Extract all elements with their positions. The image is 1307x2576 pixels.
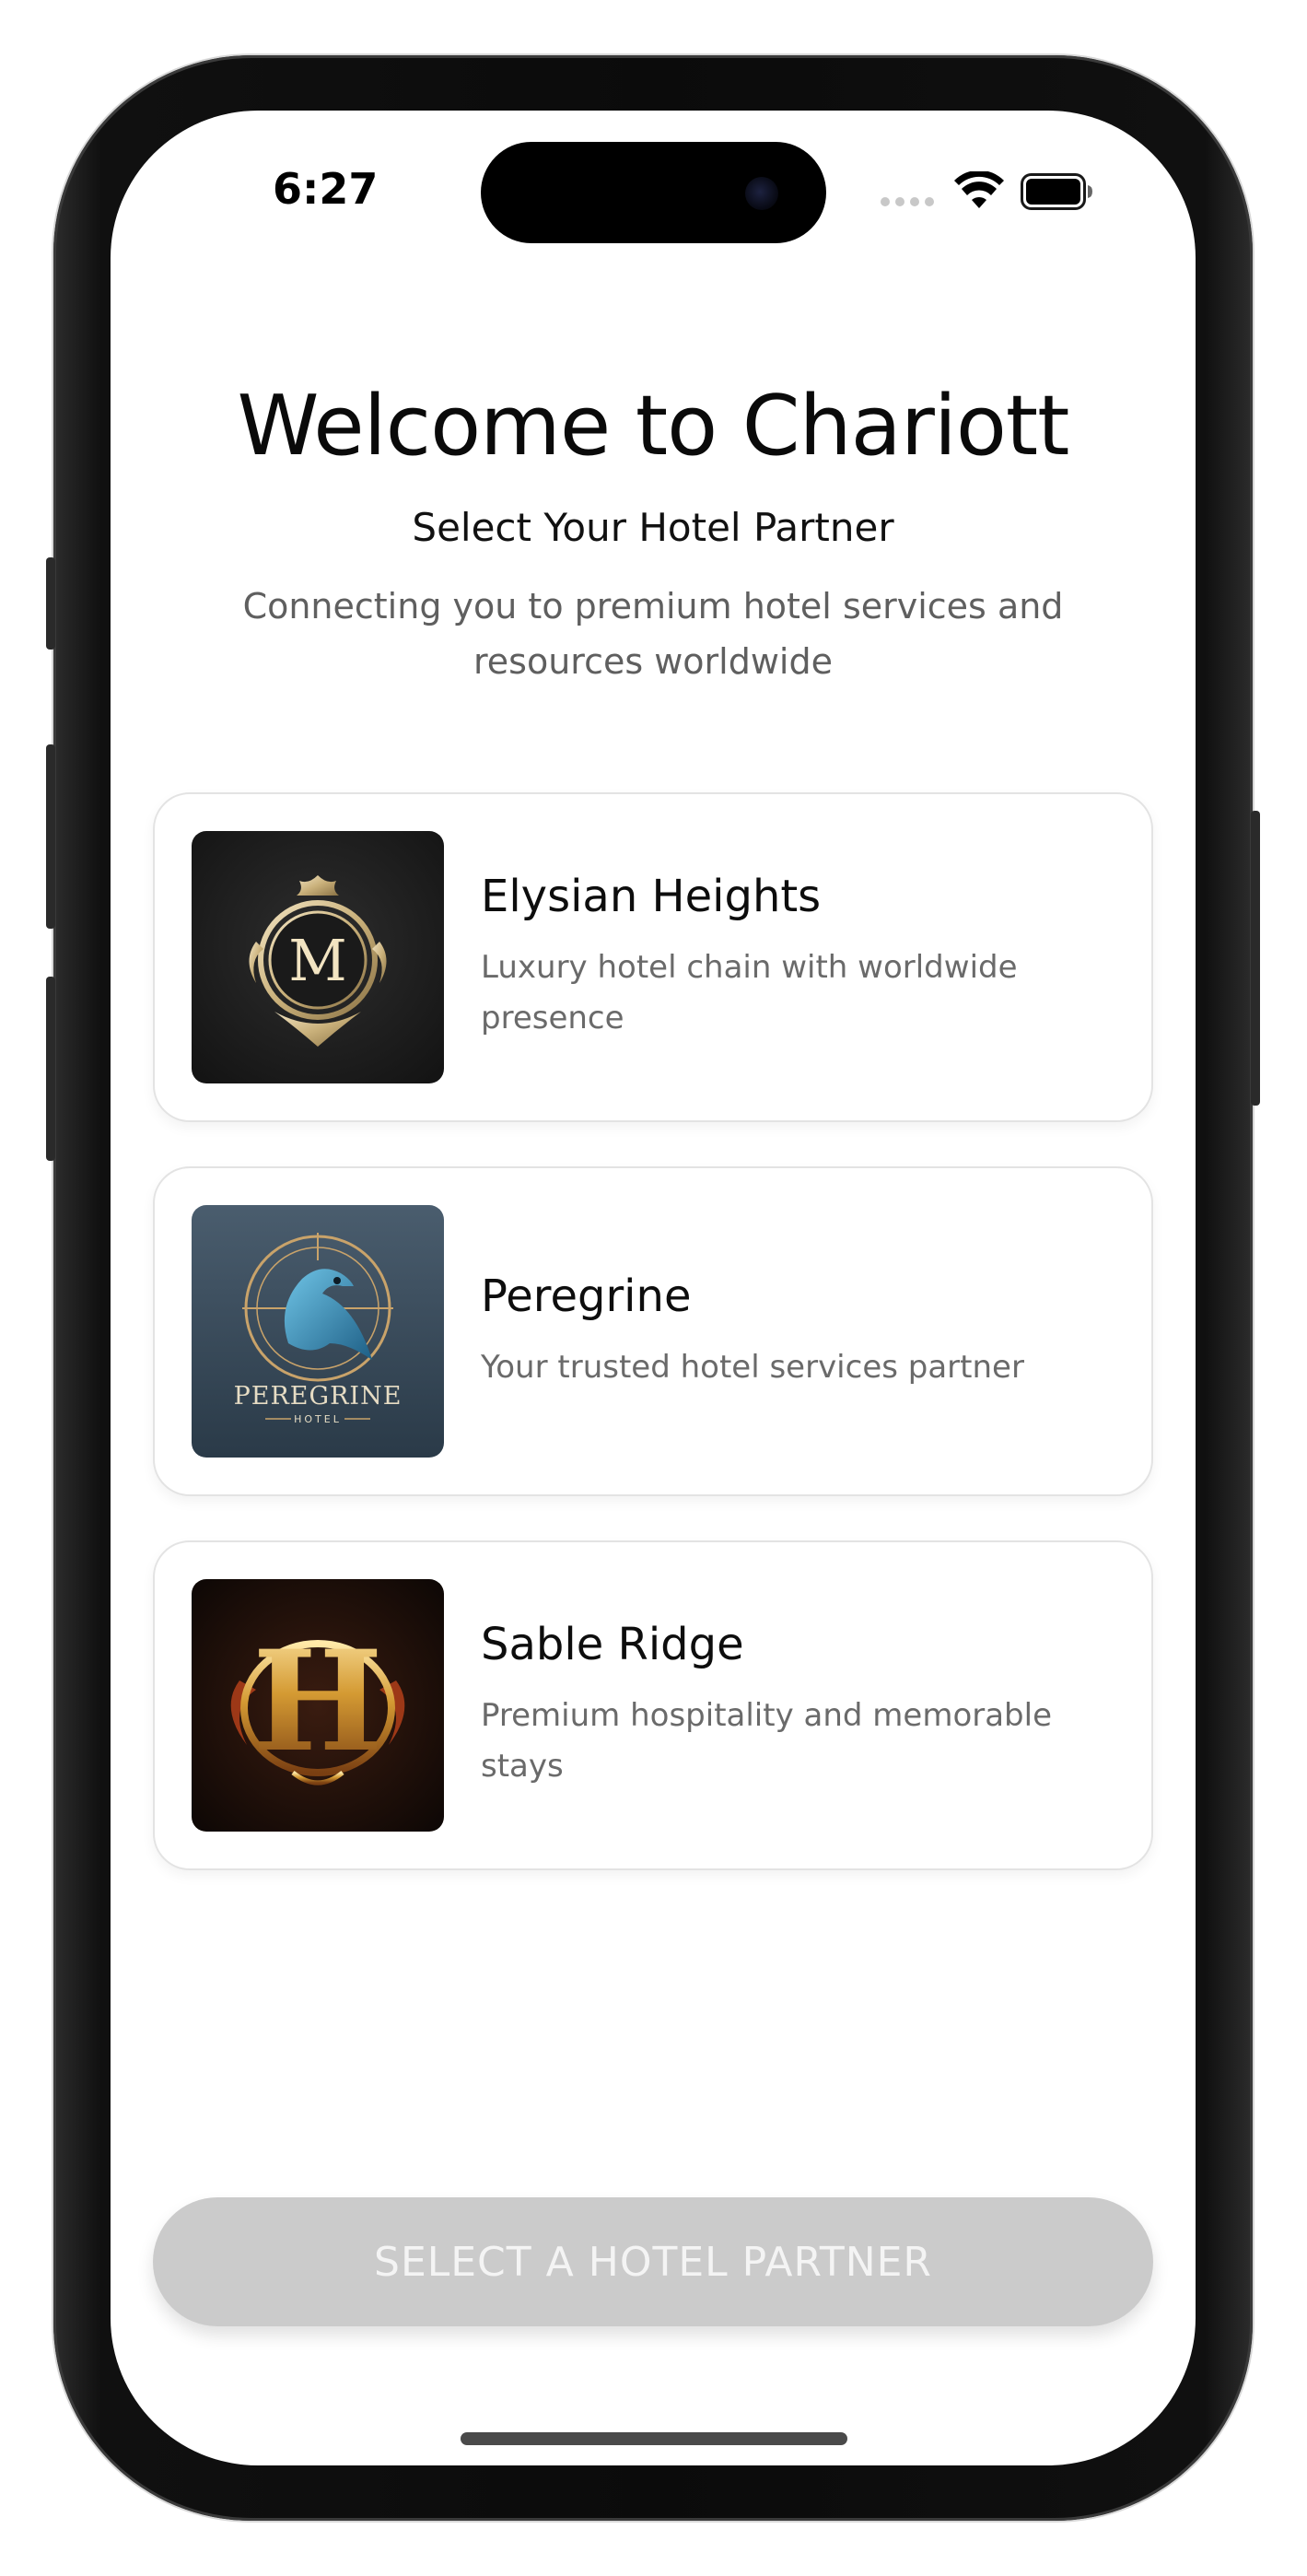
svg-text:M: M xyxy=(288,927,346,994)
falcon-emblem-icon: PEREGRINE HOTEL xyxy=(192,1205,444,1458)
partner-name: Peregrine xyxy=(481,1270,692,1322)
status-time: 6:27 xyxy=(273,164,379,214)
dynamic-island xyxy=(481,142,826,243)
app-screen: 6:27 Welcome to Chariott Select Your Hot… xyxy=(111,111,1196,2465)
partner-card-sable-ridge[interactable]: H Sable Ridge Premium hospitality and me… xyxy=(153,1540,1153,1870)
page-subtitle: Select Your Hotel Partner xyxy=(412,505,894,550)
partner-description: Your trusted hotel services partner xyxy=(481,1348,1024,1386)
gold-monogram-icon: H xyxy=(192,1579,444,1832)
page-tagline: Connecting you to premium hotel services… xyxy=(242,586,1064,682)
crest-monogram-icon: M xyxy=(192,831,444,1083)
svg-text:H: H xyxy=(252,1621,383,1783)
action-button xyxy=(46,557,55,650)
svg-text:PEREGRINE: PEREGRINE xyxy=(234,1382,403,1411)
wifi-icon xyxy=(954,171,1004,208)
volume-down-button xyxy=(46,977,55,1161)
partner-description: Premium hospitality and memorable stays xyxy=(481,1697,1053,1785)
select-partner-button[interactable]: SELECT A HOTEL PARTNER xyxy=(153,2197,1153,2326)
partner-name: Sable Ridge xyxy=(481,1619,744,1670)
cellular-signal-icon xyxy=(881,197,934,206)
volume-up-button xyxy=(46,744,55,929)
power-button xyxy=(1251,811,1260,1106)
svg-text:HOTEL: HOTEL xyxy=(294,1413,342,1425)
partner-card-peregrine[interactable]: PEREGRINE HOTEL Peregrine Your trusted h… xyxy=(153,1166,1153,1496)
camera-icon xyxy=(745,177,778,210)
partner-card-elysian-heights[interactable]: M Elysian Heights Luxury hotel chain wit… xyxy=(153,792,1153,1122)
battery-icon xyxy=(1021,173,1092,210)
home-indicator[interactable] xyxy=(461,2432,847,2445)
page-title: Welcome to Chariott xyxy=(237,378,1070,474)
partner-name: Elysian Heights xyxy=(481,871,822,922)
partner-description: Luxury hotel chain with worldwide presen… xyxy=(481,949,1018,1036)
